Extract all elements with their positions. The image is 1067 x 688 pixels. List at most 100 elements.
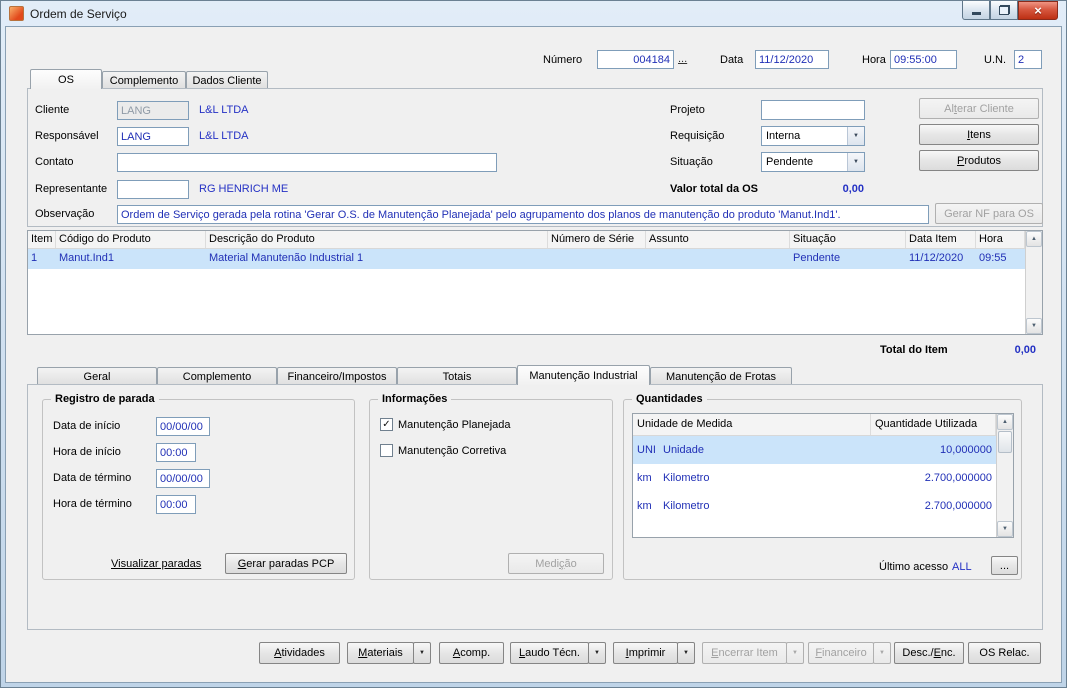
- projeto-input[interactable]: [761, 100, 865, 120]
- tab-geral[interactable]: Geral: [37, 367, 157, 385]
- materiais-button[interactable]: Materiais: [347, 642, 414, 664]
- valor-total-value: 0,00: [842, 183, 864, 195]
- restore-icon: [998, 5, 1010, 15]
- data-termino-input[interactable]: [156, 469, 210, 488]
- tab-dados-cliente[interactable]: Dados Cliente: [186, 71, 268, 89]
- quantidade-row[interactable]: km Kilometro 2.700,000000: [633, 464, 996, 492]
- quantidade-row[interactable]: UNI Unidade 10,000000: [633, 436, 996, 464]
- numero-browse-button[interactable]: ...: [678, 53, 687, 65]
- contato-input[interactable]: [117, 153, 497, 172]
- situacao-value: Pendente: [766, 156, 814, 168]
- quantidades-header: Unidade de Medida Quantidade Utilizada: [633, 414, 1013, 436]
- hora-termino-input[interactable]: [156, 495, 196, 514]
- col-unidade-medida[interactable]: Unidade de Medida: [633, 414, 871, 435]
- restore-button[interactable]: [990, 1, 1018, 20]
- col-descricao[interactable]: Descrição do Produto: [206, 231, 548, 248]
- grid-row[interactable]: 1 Manut.Ind1 Material Manutenão Industri…: [28, 249, 1042, 269]
- quantidades-scrollbar[interactable]: ▲ ▼: [996, 414, 1013, 537]
- imprimir-button[interactable]: Imprimir: [613, 642, 678, 664]
- manutencao-planejada-label: Manutenção Planejada: [398, 419, 511, 431]
- numero-input[interactable]: [597, 50, 674, 69]
- scrollbar-track[interactable]: [1026, 247, 1042, 318]
- scroll-down-icon[interactable]: ▼: [997, 521, 1013, 537]
- col-hora[interactable]: Hora: [976, 231, 1025, 248]
- materiais-dropdown-icon[interactable]: ▼: [413, 642, 431, 664]
- cell-codigo: Manut.Ind1: [59, 252, 115, 264]
- observacao-input[interactable]: [117, 205, 929, 224]
- produtos-button[interactable]: Produtos: [919, 150, 1039, 171]
- chevron-down-icon: ▼: [847, 127, 864, 145]
- col-codigo[interactable]: Código do Produto: [56, 231, 206, 248]
- laudo-tecn-button[interactable]: Laudo Técn.: [510, 642, 589, 664]
- cell-hora: 09:55: [979, 252, 1007, 264]
- ultimo-acesso-browse-button[interactable]: ...: [991, 556, 1018, 575]
- tab-complemento-2[interactable]: Complemento: [157, 367, 277, 385]
- gerar-nf-button: Gerar NF para OS: [935, 203, 1043, 224]
- col-data-item[interactable]: Data Item: [906, 231, 976, 248]
- tab-manutencao-frotas[interactable]: Manutenção de Frotas: [650, 367, 792, 385]
- data-inicio-label: Data de início: [53, 420, 121, 432]
- os-relac-button[interactable]: OS Relac.: [968, 642, 1041, 664]
- manutencao-corretiva-checkbox[interactable]: [380, 444, 393, 457]
- data-input[interactable]: [755, 50, 829, 69]
- col-quantidade-utilizada[interactable]: Quantidade Utilizada: [871, 414, 996, 435]
- encerrar-item-dropdown-icon: ▼: [786, 642, 804, 664]
- financeiro-button: Financeiro: [808, 642, 874, 664]
- situacao-select[interactable]: Pendente ▼: [761, 152, 865, 172]
- cliente-input: [117, 101, 189, 120]
- unidade-sigla: UNI: [637, 444, 656, 456]
- tab-financeiro-impostos[interactable]: Financeiro/Impostos: [277, 367, 397, 385]
- titlebar[interactable]: Ordem de Serviço: [1, 1, 1066, 26]
- laudo-tecn-dropdown-icon[interactable]: ▼: [588, 642, 606, 664]
- acomp-button[interactable]: Acomp.: [439, 642, 504, 664]
- tab-manutencao-industrial[interactable]: Manutenção Industrial: [517, 365, 650, 385]
- informacoes-title: Informações: [378, 393, 452, 406]
- hora-inicio-input[interactable]: [156, 443, 196, 462]
- minimize-button[interactable]: [962, 1, 990, 20]
- desc-enc-button[interactable]: Desc./Enc.: [894, 642, 964, 664]
- unidade-nome: Kilometro: [663, 500, 710, 512]
- total-item-value: 0,00: [1014, 344, 1036, 356]
- chevron-down-icon: ▼: [847, 153, 864, 171]
- tab-os[interactable]: OS: [30, 69, 102, 89]
- unidade-nome: Kilometro: [663, 472, 710, 484]
- tab-complemento[interactable]: Complemento: [102, 71, 186, 89]
- gerar-paradas-pcp-button[interactable]: Gerar paradas PCP: [225, 553, 347, 574]
- scroll-down-icon[interactable]: ▼: [1026, 318, 1042, 334]
- quantidade-valor: 10,000000: [940, 444, 992, 456]
- col-situacao[interactable]: Situação: [790, 231, 906, 248]
- manutencao-planejada-checkbox[interactable]: ✓: [380, 418, 393, 431]
- scrollbar-thumb[interactable]: [998, 431, 1012, 453]
- responsavel-input[interactable]: [117, 127, 189, 146]
- ultimo-acesso-label: Último acesso: [879, 561, 949, 573]
- un-input[interactable]: [1014, 50, 1042, 69]
- col-item[interactable]: Item: [28, 231, 56, 248]
- col-assunto[interactable]: Assunto: [646, 231, 790, 248]
- grid-scrollbar[interactable]: ▲ ▼: [1025, 231, 1042, 334]
- cell-assunto: [646, 249, 790, 269]
- scrollbar-track[interactable]: [997, 454, 1013, 521]
- atividades-button[interactable]: Atividades: [259, 642, 340, 664]
- representante-input[interactable]: [117, 180, 189, 199]
- requisicao-select[interactable]: Interna ▼: [761, 126, 865, 146]
- tab-totais[interactable]: Totais: [397, 367, 517, 385]
- representante-name: RG HENRICH ME: [199, 183, 289, 195]
- imprimir-dropdown-icon[interactable]: ▼: [677, 642, 695, 664]
- visualizar-paradas-link[interactable]: Visualizar paradas: [111, 558, 201, 570]
- data-termino-label: Data de término: [53, 472, 132, 484]
- scroll-up-icon[interactable]: ▲: [997, 414, 1013, 430]
- window-body: Número ... Data Hora U.N. OS Complemento…: [5, 26, 1062, 683]
- itens-button[interactable]: Itens: [919, 124, 1039, 145]
- cell-serie: [548, 249, 646, 269]
- situacao-label: Situação: [670, 156, 713, 168]
- close-button[interactable]: ×: [1018, 1, 1058, 20]
- valor-total-label: Valor total da OS: [670, 183, 759, 195]
- scroll-up-icon[interactable]: ▲: [1026, 231, 1042, 247]
- quantidades-group: Quantidades Unidade de Medida Quantidade…: [623, 393, 1022, 580]
- cell-item: 1: [31, 252, 38, 264]
- data-inicio-input[interactable]: [156, 417, 210, 436]
- medicao-button: Medi ç ão: [508, 553, 604, 574]
- quantidade-row[interactable]: km Kilometro 2.700,000000: [633, 492, 996, 520]
- hora-input[interactable]: [890, 50, 957, 69]
- col-serie[interactable]: Número de Série: [548, 231, 646, 248]
